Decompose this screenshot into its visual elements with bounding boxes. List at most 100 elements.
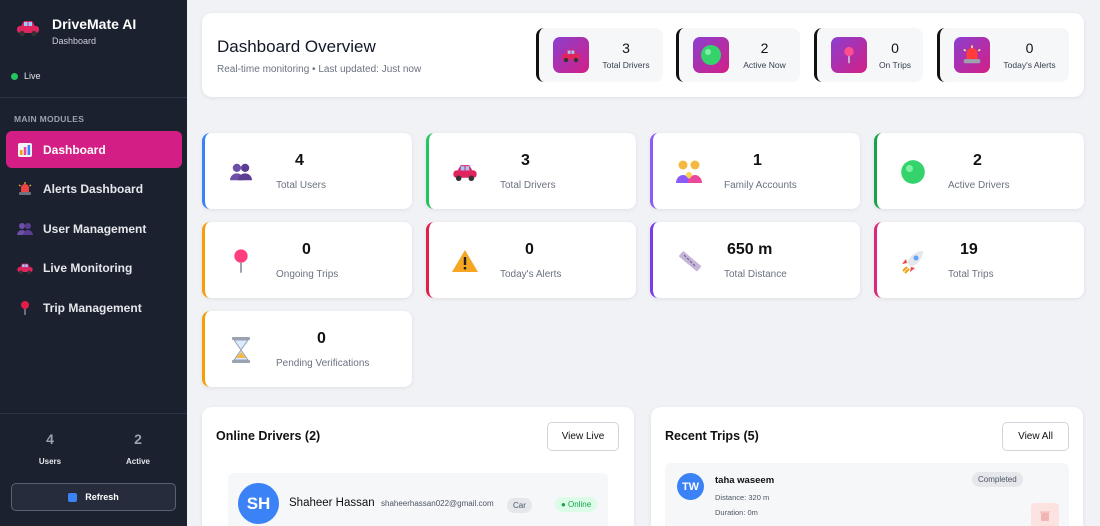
- avatar: SH: [238, 483, 279, 524]
- stat-card-family-accounts: 1 Family Accounts: [650, 133, 860, 209]
- sidebar-item-label: Trip Management: [43, 300, 142, 315]
- header-stat-value: 0: [1025, 40, 1034, 56]
- stat-card-label: Pending Verifications: [276, 358, 370, 369]
- users-icon: [15, 219, 35, 239]
- stat-card-value: 1: [753, 152, 762, 169]
- live-dot-icon: [11, 72, 18, 80]
- vehicle-badge: Car: [507, 498, 532, 513]
- stat-card-total-users: 4 Total Users: [202, 133, 412, 209]
- sidebar-item-label: Alerts Dashboard: [43, 182, 144, 196]
- stat-card-label: Total Users: [276, 180, 327, 191]
- page-subtitle: Real-time monitoring • Last updated: Jus…: [217, 64, 422, 75]
- stat-label: Active: [125, 457, 150, 466]
- refresh-button[interactable]: Refresh: [11, 483, 176, 511]
- siren-icon: [15, 179, 35, 199]
- panel-title: Online Drivers (2): [216, 429, 321, 443]
- delete-trip-button[interactable]: [1031, 503, 1059, 526]
- family-icon: [675, 158, 703, 186]
- stat-card-pending-verifications: 0 Pending Verifications: [202, 311, 412, 387]
- stat-card-label: Total Drivers: [500, 180, 556, 191]
- stat-card-value: 0: [525, 241, 534, 258]
- sidebar-item-user-management[interactable]: User Management: [6, 210, 182, 247]
- green-circle-icon: [899, 158, 927, 186]
- stat-card-total-distance: 650 m Total Distance: [650, 222, 860, 298]
- list-item[interactable]: SH Shaheer Hassan shaheerhassan022@gmail…: [228, 473, 608, 526]
- stat-card-ongoing-trips: 0 Ongoing Trips: [202, 222, 412, 298]
- sidebar-item-label: Dashboard: [43, 142, 106, 157]
- stat-value: 4: [46, 431, 54, 447]
- car-icon: [451, 158, 479, 186]
- car-icon: [553, 37, 589, 73]
- stat-card-value: 0: [302, 241, 311, 258]
- sidebar-nav: Dashboard Alerts Dashboard User Manageme…: [6, 131, 182, 329]
- warning-icon: [451, 247, 479, 275]
- app-subtitle: Dashboard: [52, 36, 97, 46]
- stat-card-value: 2: [973, 152, 982, 169]
- stat-card-value: 0: [317, 330, 326, 347]
- stat-card-label: Total Trips: [948, 269, 994, 280]
- trash-icon: [1040, 511, 1050, 521]
- green-circle-icon: [693, 37, 729, 73]
- stat-card-total-trips: 19 Total Trips: [874, 222, 1084, 298]
- header-stat-active-now: 2 Active Now: [676, 28, 800, 82]
- section-label: MAIN MODULES: [14, 114, 85, 124]
- sidebar-item-label: Live Monitoring: [43, 261, 133, 275]
- car-icon: [15, 258, 35, 278]
- avatar: TW: [677, 473, 704, 500]
- header-stat-label: Active Now: [743, 60, 786, 70]
- sidebar-item-label: User Management: [43, 221, 147, 236]
- sidebar-stat-active: 2 Active: [108, 431, 168, 466]
- header-stat-label: Total Drivers: [602, 60, 650, 70]
- stat-card-total-drivers: 3 Total Drivers: [426, 133, 636, 209]
- sidebar: DriveMate AI Dashboard Live MAIN MODULES…: [0, 0, 187, 526]
- car-icon: [14, 14, 42, 42]
- recent-trips-panel: Recent Trips (5) View All TW taha waseem…: [651, 407, 1083, 526]
- stat-card-label: Today's Alerts: [500, 269, 562, 280]
- online-drivers-panel: Online Drivers (2) View Live SH Shaheer …: [202, 407, 634, 526]
- stat-card-todays-alerts: 0 Today's Alerts: [426, 222, 636, 298]
- divider: [0, 97, 187, 98]
- header-stat-value: 2: [760, 40, 769, 56]
- divider: [0, 413, 187, 414]
- status-badge: Completed: [972, 472, 1023, 487]
- sidebar-item-live-monitoring[interactable]: Live Monitoring: [6, 250, 182, 287]
- pin-icon: [15, 298, 35, 318]
- list-item[interactable]: TW taha waseem Distance: 320 m Duration:…: [665, 463, 1069, 526]
- live-label: Live: [24, 71, 41, 81]
- stat-value: 2: [134, 431, 142, 447]
- driver-email: shaheerhassan022@gmail.com: [381, 499, 494, 508]
- sidebar-item-trip-management[interactable]: Trip Management: [6, 289, 182, 326]
- refresh-label: Refresh: [85, 492, 119, 502]
- panel-title: Recent Trips (5): [665, 429, 759, 443]
- sidebar-item-alerts[interactable]: Alerts Dashboard: [6, 171, 182, 208]
- refresh-icon: [68, 492, 78, 502]
- header-stat-value: 0: [891, 40, 899, 56]
- header-stat-total-drivers: 3 Total Drivers: [536, 28, 663, 82]
- pin-icon: [227, 247, 255, 275]
- header-stat-label: Today's Alerts: [1003, 60, 1056, 70]
- status-badge: ● Online: [555, 497, 598, 512]
- ruler-icon: [675, 247, 703, 275]
- header-stat-value: 3: [622, 40, 630, 56]
- view-all-button[interactable]: View All: [1002, 422, 1069, 451]
- sidebar-stat-users: 4 Users: [20, 431, 80, 466]
- trip-duration: Duration: 0m: [715, 508, 758, 517]
- siren-icon: [954, 37, 990, 73]
- page-title: Dashboard Overview: [217, 37, 376, 56]
- stat-card-label: Total Distance: [724, 269, 787, 280]
- bar-chart-icon: [15, 140, 35, 160]
- brand: DriveMate AI Dashboard: [14, 14, 136, 46]
- trip-user-name: taha waseem: [715, 475, 775, 486]
- stat-card-label: Family Accounts: [724, 180, 797, 191]
- trip-distance: Distance: 320 m: [715, 493, 770, 502]
- stat-card-value: 4: [295, 152, 304, 169]
- stat-card-value: 19: [960, 241, 978, 258]
- header-stat-label: On Trips: [878, 60, 912, 70]
- stat-card-label: Active Drivers: [948, 180, 1010, 191]
- pin-icon: [831, 37, 867, 73]
- view-live-button[interactable]: View Live: [547, 422, 619, 451]
- app-title: DriveMate AI: [52, 16, 137, 32]
- stat-card-value: 3: [521, 152, 530, 169]
- header-stat-on-trips: 0 On Trips: [814, 28, 923, 82]
- sidebar-item-dashboard[interactable]: Dashboard: [6, 131, 182, 168]
